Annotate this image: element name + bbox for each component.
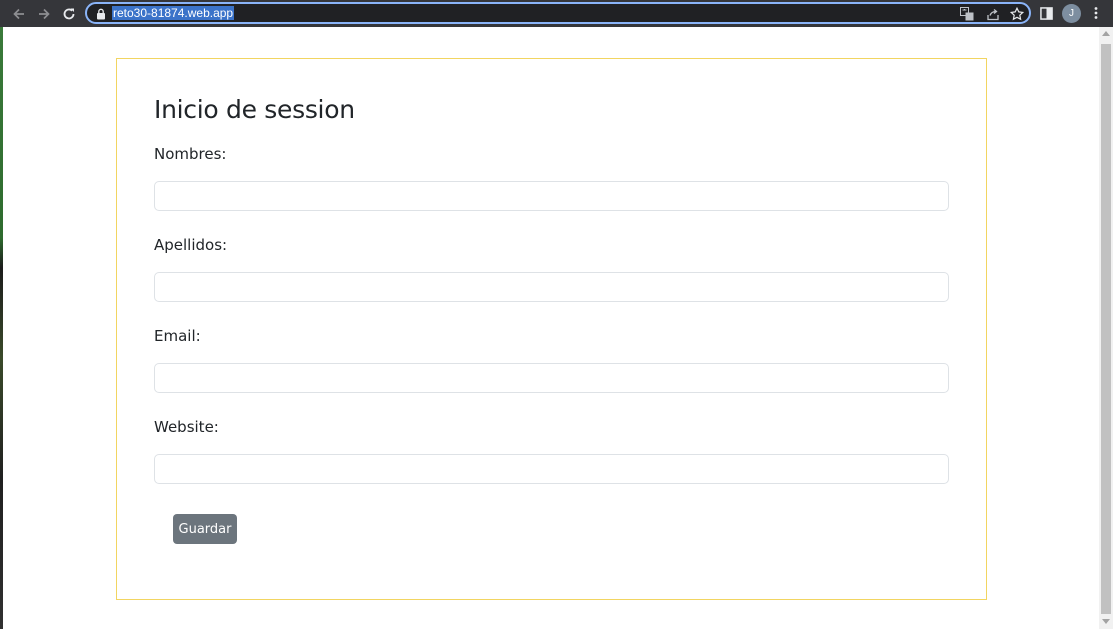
back-arrow-icon [12, 8, 24, 19]
apellidos-label: Apellidos: [154, 236, 228, 254]
browser-toolbar: reto30-81874.web.app J [0, 0, 1113, 27]
page-title: Inicio de session [154, 95, 355, 124]
nombres-input[interactable] [154, 181, 949, 211]
side-panel-icon [1039, 6, 1053, 20]
scroll-up-arrow-icon[interactable] [1102, 31, 1110, 36]
desktop-edge [0, 27, 3, 629]
address-bar[interactable]: reto30-81874.web.app [85, 2, 1031, 24]
lock-icon[interactable] [96, 8, 106, 20]
login-form-card: Inicio de session Nombres: Apellidos: Em… [116, 58, 987, 600]
reload-button[interactable] [56, 1, 81, 26]
back-button[interactable] [6, 1, 31, 26]
email-input[interactable] [154, 363, 949, 393]
scroll-thumb[interactable] [1101, 44, 1111, 614]
scroll-down-arrow-icon[interactable] [1102, 619, 1110, 624]
website-label: Website: [154, 418, 219, 436]
save-button[interactable]: Guardar [173, 514, 237, 544]
bookmark-button[interactable] [1009, 6, 1025, 22]
apellidos-input[interactable] [154, 272, 949, 302]
forward-arrow-icon [38, 8, 50, 19]
email-label: Email: [154, 327, 201, 345]
side-panel-button[interactable] [1037, 4, 1055, 22]
profile-avatar[interactable]: J [1062, 4, 1081, 23]
forward-button[interactable] [31, 1, 56, 26]
vertical-scrollbar[interactable] [1099, 27, 1113, 629]
kebab-menu-icon [1094, 7, 1098, 19]
browser-menu-button[interactable] [1087, 4, 1105, 22]
translate-icon [960, 7, 974, 21]
nombres-label: Nombres: [154, 145, 227, 163]
share-icon [987, 8, 999, 21]
url-text[interactable]: reto30-81874.web.app [112, 6, 235, 20]
reload-icon [63, 8, 74, 19]
share-button[interactable] [985, 6, 1001, 22]
translate-button[interactable] [959, 6, 975, 22]
star-icon [1010, 7, 1024, 21]
website-input[interactable] [154, 454, 949, 484]
